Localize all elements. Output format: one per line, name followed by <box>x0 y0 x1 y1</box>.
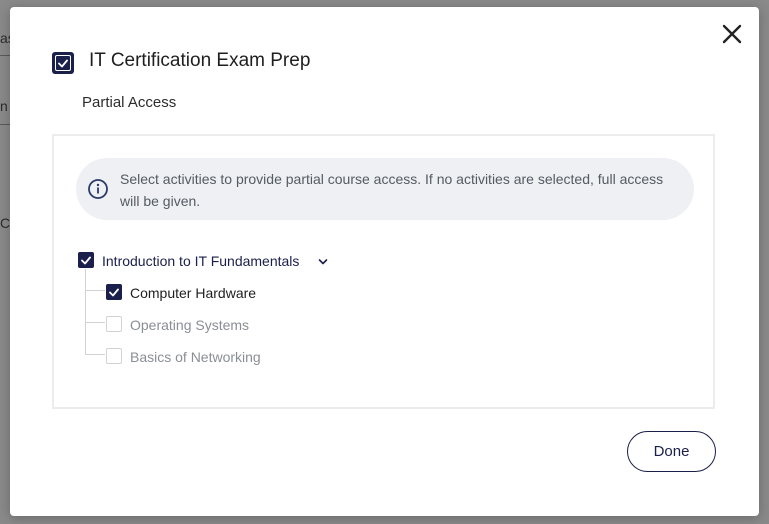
background-text-fragment: C <box>0 215 11 231</box>
tree-connector <box>85 269 86 355</box>
checkmark-icon <box>81 256 91 264</box>
activity-label[interactable]: Basics of Networking <box>130 349 261 365</box>
tree-connector <box>85 290 105 291</box>
info-text: Select activities to provide partial cou… <box>120 171 664 209</box>
chevron-down-icon[interactable] <box>318 258 328 266</box>
checkmark-icon <box>109 288 119 296</box>
background-divider <box>0 124 10 125</box>
tree-connector <box>85 354 105 355</box>
background-divider <box>0 55 10 56</box>
background-text-fragment: n <box>0 98 8 114</box>
close-button[interactable] <box>720 22 744 46</box>
info-icon <box>88 179 108 199</box>
activity-checkbox-computer-hardware[interactable] <box>106 284 122 300</box>
info-banner: Select activities to provide partial cou… <box>76 158 694 220</box>
access-subtitle: Partial Access <box>82 94 177 111</box>
section-label[interactable]: Introduction to IT Fundamentals <box>102 253 299 269</box>
partial-access-modal: IT Certification Exam Prep Partial Acces… <box>10 7 759 516</box>
section-checkbox[interactable] <box>78 252 94 268</box>
activity-label[interactable]: Computer Hardware <box>130 285 256 301</box>
activity-checkbox-basics-of-networking[interactable] <box>106 348 122 364</box>
activity-label[interactable]: Operating Systems <box>130 317 249 333</box>
activities-panel: Select activities to provide partial cou… <box>52 134 715 409</box>
course-checkbox[interactable] <box>52 52 74 74</box>
checkmark-icon <box>55 55 71 71</box>
tree-connector <box>85 322 105 323</box>
done-button[interactable]: Done <box>627 431 716 472</box>
activity-checkbox-operating-systems[interactable] <box>106 316 122 332</box>
close-icon <box>722 24 742 44</box>
course-title: IT Certification Exam Prep <box>89 50 311 71</box>
